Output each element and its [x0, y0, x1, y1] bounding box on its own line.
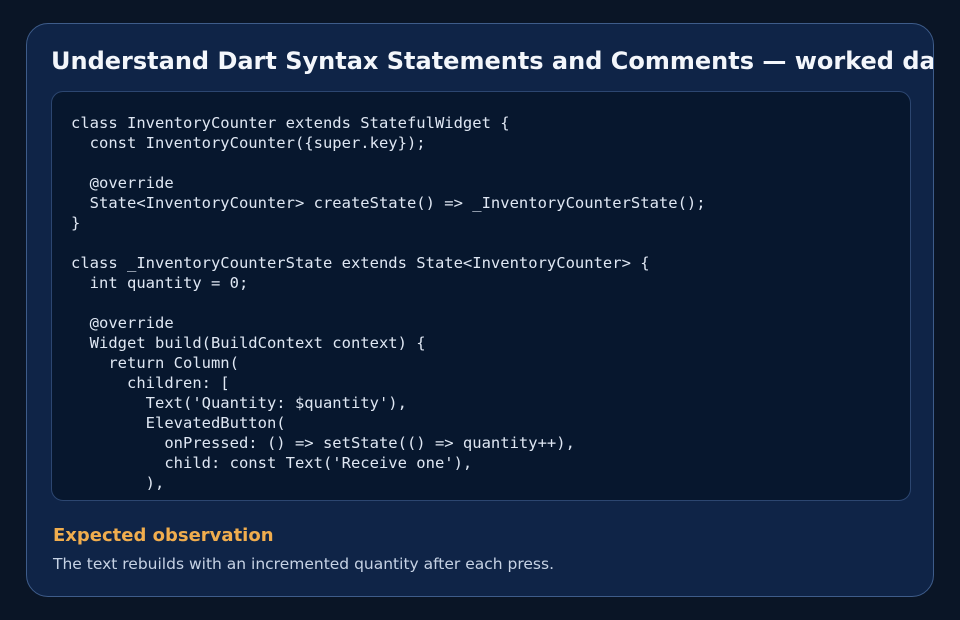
observation-heading: Expected observation	[53, 525, 274, 546]
page-title: Understand Dart Syntax Statements and Co…	[51, 47, 934, 75]
code-content: class InventoryCounter extends StatefulW…	[71, 113, 706, 493]
code-line: Text('Quantity: $quantity'),	[71, 394, 407, 412]
code-line: return Column(	[71, 354, 239, 372]
code-line: class InventoryCounter extends StatefulW…	[71, 114, 510, 132]
code-line: State<InventoryCounter> createState() =>…	[71, 194, 706, 212]
lesson-card: Understand Dart Syntax Statements and Co…	[26, 23, 934, 597]
code-line: const InventoryCounter({super.key});	[71, 134, 426, 152]
code-line: child: const Text('Receive one'),	[71, 454, 473, 472]
code-line: }	[71, 214, 81, 232]
code-line: onPressed: () => setState(() => quantity…	[71, 434, 575, 452]
code-line: children: [	[71, 374, 230, 392]
code-line: ),	[71, 474, 165, 492]
code-line: @override	[71, 314, 174, 332]
code-line: ElevatedButton(	[71, 414, 286, 432]
observation-text: The text rebuilds with an incremented qu…	[53, 555, 555, 573]
code-line: @override	[71, 174, 174, 192]
code-line: class _InventoryCounterState extends Sta…	[71, 254, 650, 272]
code-block: class InventoryCounter extends StatefulW…	[51, 91, 911, 501]
code-line: Widget build(BuildContext context) {	[71, 334, 426, 352]
code-line: int quantity = 0;	[71, 274, 249, 292]
